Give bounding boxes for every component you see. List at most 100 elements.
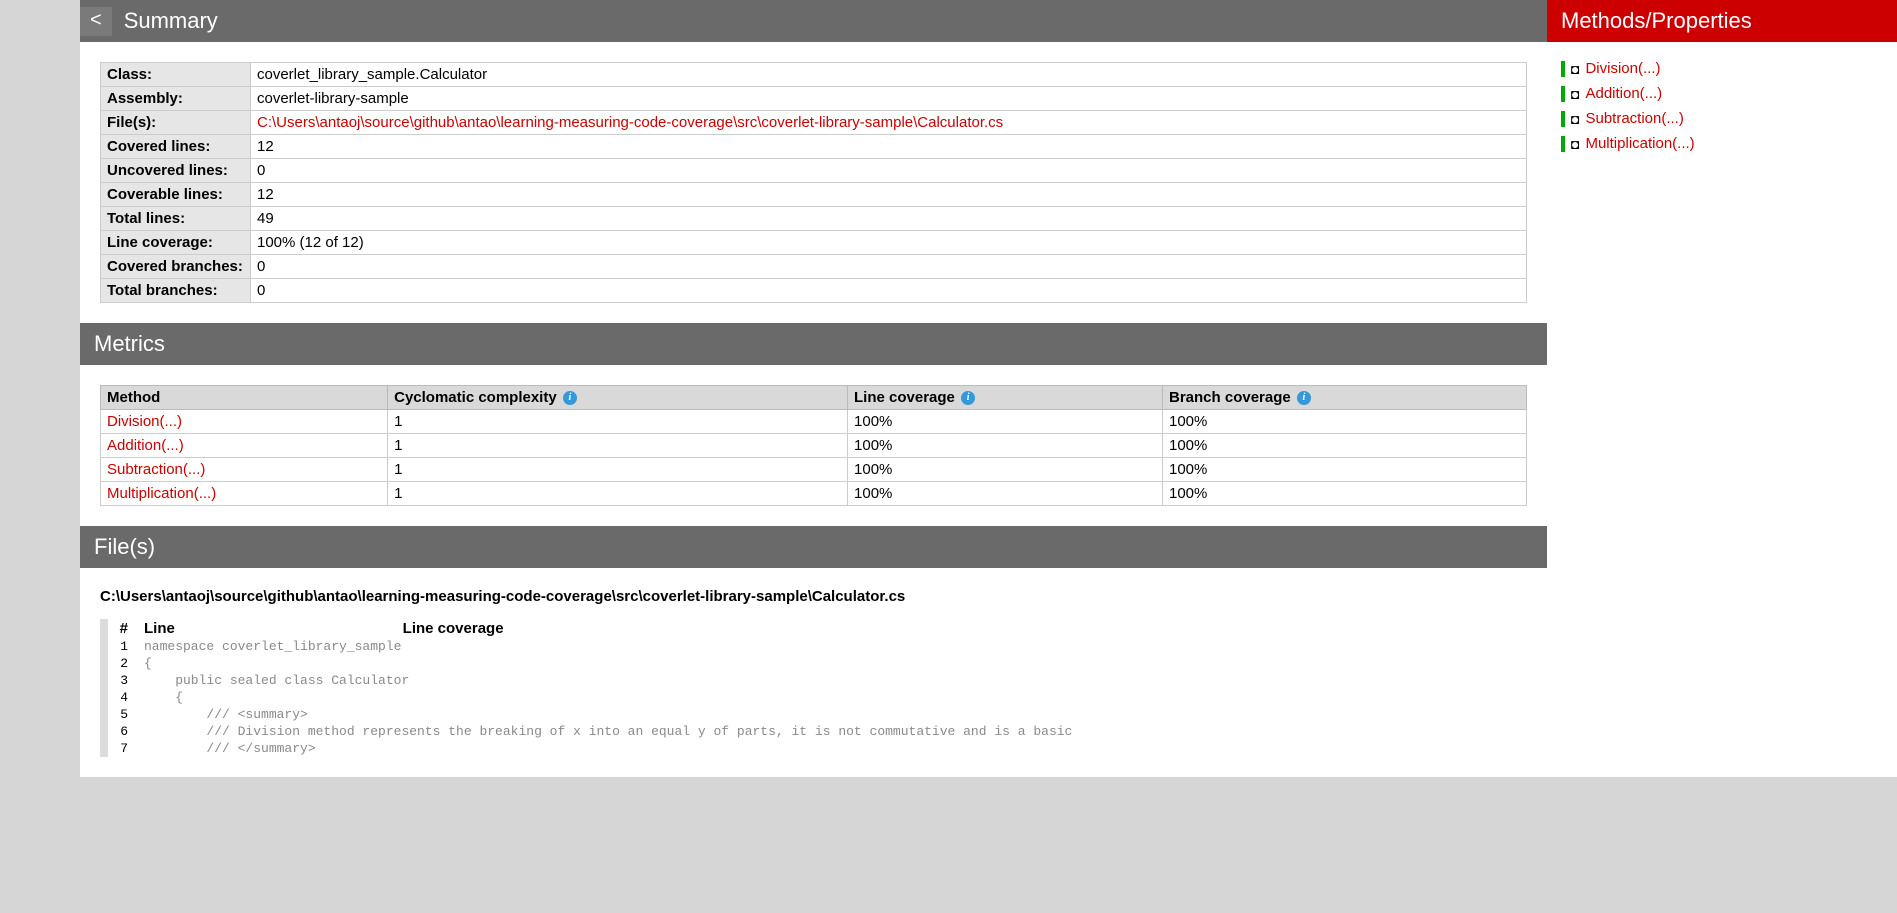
- sidebar-method-link[interactable]: Division(...): [1585, 60, 1660, 77]
- code-line: 5 /// <summary>: [100, 706, 1078, 723]
- summary-value: 12: [251, 183, 1527, 207]
- method-link[interactable]: Addition(...): [107, 437, 184, 454]
- lc-value: 100%: [848, 458, 1163, 482]
- metrics-col: Cyclomatic complexity i: [388, 386, 848, 410]
- col-line: Line: [138, 619, 397, 638]
- coverage-bar: [100, 672, 108, 689]
- bc-value: 100%: [1163, 458, 1527, 482]
- summary-label: Assembly:: [101, 87, 251, 111]
- summary-row: Covered lines:12: [101, 135, 1527, 159]
- cube-icon: ◘: [1571, 86, 1579, 102]
- method-item: ◘ Addition(...): [1561, 85, 1883, 102]
- sidebar-method-link[interactable]: Addition(...): [1585, 85, 1662, 102]
- summary-value: 0: [251, 159, 1527, 183]
- line-number: 5: [108, 706, 138, 723]
- summary-label: Total branches:: [101, 279, 251, 303]
- method-link[interactable]: Multiplication(...): [107, 485, 216, 502]
- line-number: 6: [108, 723, 138, 740]
- metrics-header: Metrics: [80, 323, 1547, 365]
- cc-value: 1: [388, 482, 848, 506]
- method-link[interactable]: Subtraction(...): [107, 461, 205, 478]
- summary-label: Coverable lines:: [101, 183, 251, 207]
- bc-value: 100%: [1163, 434, 1527, 458]
- summary-row: Coverable lines:12: [101, 183, 1527, 207]
- sidebar-method-link[interactable]: Subtraction(...): [1585, 110, 1683, 127]
- code-line: 1namespace coverlet_library_sample: [100, 638, 1078, 655]
- summary-row: Covered branches:0: [101, 255, 1527, 279]
- cube-icon: ◘: [1571, 111, 1579, 127]
- source-line: /// </summary>: [138, 740, 1078, 757]
- summary-row: Line coverage:100% (12 of 12): [101, 231, 1527, 255]
- method-item: ◘ Subtraction(...): [1561, 110, 1883, 127]
- line-number: 2: [108, 655, 138, 672]
- lc-value: 100%: [848, 434, 1163, 458]
- summary-label: Line coverage:: [101, 231, 251, 255]
- source-line: namespace coverlet_library_sample: [138, 638, 1078, 655]
- back-button[interactable]: <: [80, 7, 112, 36]
- line-number: 3: [108, 672, 138, 689]
- summary-value: coverlet-library-sample: [251, 87, 1527, 111]
- info-icon[interactable]: i: [961, 391, 975, 405]
- cube-icon: ◘: [1571, 136, 1579, 152]
- source-line: {: [138, 655, 1078, 672]
- summary-row: File(s): C:\Users\antaoj\source\github\an…: [101, 111, 1527, 135]
- lc-value: 100%: [848, 410, 1163, 434]
- metrics-table: MethodCyclomatic complexity iLine covera…: [100, 385, 1527, 506]
- metrics-col: Branch coverage i: [1163, 386, 1527, 410]
- summary-value: 0: [251, 279, 1527, 303]
- summary-label: Covered branches:: [101, 255, 251, 279]
- coverage-bar: [100, 655, 108, 672]
- code-line: 2{: [100, 655, 1078, 672]
- summary-label: Covered lines:: [101, 135, 251, 159]
- coverage-indicator: [1561, 61, 1565, 77]
- metrics-row: Subtraction(...)1100%100%: [101, 458, 1527, 482]
- source-line: /// <summary>: [138, 706, 1078, 723]
- code-line: 6 /// Division method represents the bre…: [100, 723, 1078, 740]
- file-path: C:\Users\antaoj\source\github\antao\lear…: [100, 588, 1527, 605]
- summary-label: Total lines:: [101, 207, 251, 231]
- lc-value: 100%: [848, 482, 1163, 506]
- code-line: 3 public sealed class Calculator: [100, 672, 1078, 689]
- info-icon[interactable]: i: [1297, 391, 1311, 405]
- summary-value: 49: [251, 207, 1527, 231]
- coverage-indicator: [1561, 86, 1565, 102]
- metrics-col: Line coverage i: [848, 386, 1163, 410]
- code-line: 7 /// </summary>: [100, 740, 1078, 757]
- source-line: {: [138, 689, 1078, 706]
- summary-header: < Summary: [80, 0, 1547, 42]
- coverage-bar: [100, 706, 108, 723]
- summary-label: File(s):: [101, 111, 251, 135]
- method-item: ◘ Division(...): [1561, 60, 1883, 77]
- summary-row: Class:coverlet_library_sample.Calculator: [101, 63, 1527, 87]
- cc-value: 1: [388, 410, 848, 434]
- summary-row: Assembly:coverlet-library-sample: [101, 87, 1527, 111]
- source-line: /// Division method represents the break…: [138, 723, 1078, 740]
- bc-value: 100%: [1163, 482, 1527, 506]
- summary-row: Total branches:0: [101, 279, 1527, 303]
- coverage-bar: [100, 740, 108, 757]
- summary-value: C:\Users\antaoj\source\github\antao\lear…: [251, 111, 1527, 135]
- summary-value: 12: [251, 135, 1527, 159]
- coverage-bar: [100, 689, 108, 706]
- file-link[interactable]: C:\Users\antaoj\source\github\antao\lear…: [257, 114, 1003, 131]
- files-header: File(s): [80, 526, 1547, 568]
- method-link[interactable]: Division(...): [107, 413, 182, 430]
- bc-value: 100%: [1163, 410, 1527, 434]
- coverage-indicator: [1561, 111, 1565, 127]
- info-icon[interactable]: i: [563, 391, 577, 405]
- cube-icon: ◘: [1571, 61, 1579, 77]
- summary-label: Class:: [101, 63, 251, 87]
- method-item: ◘ Multiplication(...): [1561, 135, 1883, 152]
- source-line: public sealed class Calculator: [138, 672, 1078, 689]
- col-cov: Line coverage: [397, 619, 1079, 638]
- cc-value: 1: [388, 458, 848, 482]
- metrics-row: Multiplication(...)1100%100%: [101, 482, 1527, 506]
- col-num: #: [108, 619, 138, 638]
- method-list: ◘ Division(...) ◘ Addition(...) ◘ Subtraction…: [1547, 42, 1897, 178]
- metrics-row: Division(...)1100%100%: [101, 410, 1527, 434]
- summary-value: 100% (12 of 12): [251, 231, 1527, 255]
- sidebar-method-link[interactable]: Multiplication(...): [1585, 135, 1694, 152]
- summary-value: 0: [251, 255, 1527, 279]
- coverage-indicator: [1561, 136, 1565, 152]
- summary-value: coverlet_library_sample.Calculator: [251, 63, 1527, 87]
